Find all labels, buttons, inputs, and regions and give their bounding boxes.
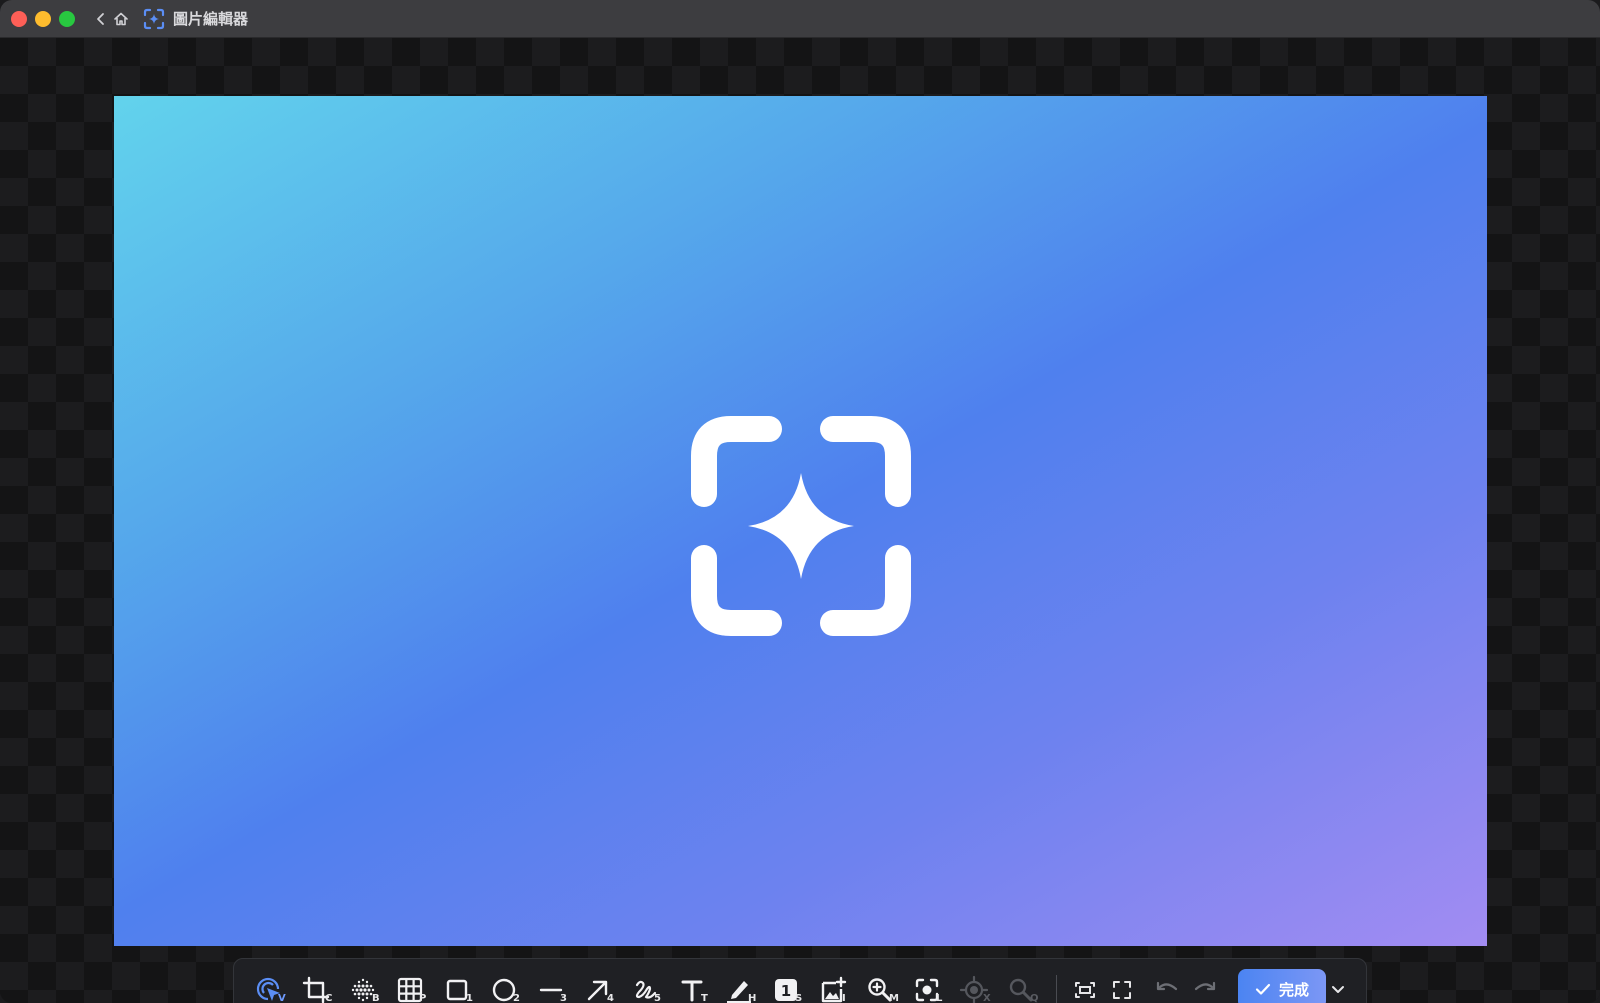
- zoom-window-button[interactable]: [59, 10, 75, 27]
- tool-pixelate[interactable]: P: [389, 969, 429, 1003]
- tool-blur[interactable]: B: [342, 969, 382, 1003]
- tool-search[interactable]: Q: [1000, 969, 1040, 1003]
- tool-spotlight[interactable]: L: [906, 969, 946, 1003]
- undo-button[interactable]: [1146, 969, 1186, 1003]
- tool-line[interactable]: 3: [530, 969, 570, 1003]
- close-window-button[interactable]: [11, 10, 27, 27]
- edited-image[interactable]: [114, 96, 1487, 946]
- home-icon[interactable]: [113, 11, 129, 27]
- window-controls: [11, 10, 75, 27]
- tool-step-counter[interactable]: 1 S: [765, 969, 805, 1003]
- tool-highlighter[interactable]: H: [718, 969, 758, 1003]
- fullscreen-button[interactable]: [1101, 969, 1141, 1003]
- toolbar-separator: [1056, 975, 1057, 1003]
- undo-icon: [1156, 981, 1178, 991]
- checkmark-icon: [1255, 983, 1271, 995]
- tool-crop[interactable]: C: [295, 969, 335, 1003]
- done-options-dropdown[interactable]: [1328, 979, 1348, 999]
- window-title: 圖片編輯器: [173, 10, 249, 28]
- tool-insert-image[interactable]: I: [812, 969, 852, 1003]
- fullscreen-icon: [1113, 981, 1131, 999]
- tool-select[interactable]: V: [248, 969, 288, 1003]
- svg-text:1: 1: [781, 982, 791, 1000]
- done-button[interactable]: 完成: [1238, 969, 1326, 1003]
- back-icon[interactable]: [95, 12, 107, 26]
- tool-arrow[interactable]: 4: [577, 969, 617, 1003]
- app-logo-icon: [143, 8, 165, 30]
- title-bar: 圖片編輯器: [0, 0, 1600, 38]
- tool-target[interactable]: X: [953, 969, 993, 1003]
- tool-text[interactable]: T: [671, 969, 711, 1003]
- redo-button[interactable]: [1184, 969, 1224, 1003]
- chevron-down-icon: [1332, 986, 1344, 993]
- annotation-toolbar: V C B P 1 2 3 4 5 T H 1 S I M L X Q 完成: [233, 958, 1367, 1003]
- screenshot-sparkle-logo-icon: [691, 416, 911, 636]
- canvas-area[interactable]: V C B P 1 2 3 4 5 T H 1 S I M L X Q 完成: [0, 38, 1600, 1003]
- navigation: [95, 11, 129, 27]
- app-window: 圖片編輯器 V C B P 1 2 3 4 5 T H 1 S I M L X …: [0, 0, 1600, 1003]
- tool-magnifier[interactable]: M: [859, 969, 899, 1003]
- minimize-window-button[interactable]: [35, 10, 51, 27]
- tool-freehand[interactable]: 5: [624, 969, 664, 1003]
- redo-icon: [1194, 981, 1216, 991]
- tool-ellipse[interactable]: 2: [483, 969, 523, 1003]
- fit-to-window-button[interactable]: [1064, 969, 1104, 1003]
- done-button-label: 完成: [1278, 980, 1309, 999]
- fit-screen-icon: [1075, 982, 1095, 998]
- tool-rectangle[interactable]: 1: [436, 969, 476, 1003]
